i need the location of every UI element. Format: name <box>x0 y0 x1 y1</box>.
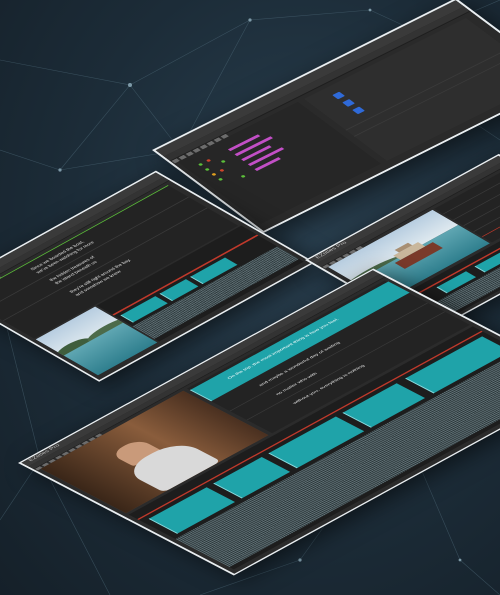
settings-option-button[interactable] <box>352 106 365 115</box>
settings-option-button[interactable] <box>332 91 346 100</box>
settings-option-button[interactable] <box>342 99 355 107</box>
